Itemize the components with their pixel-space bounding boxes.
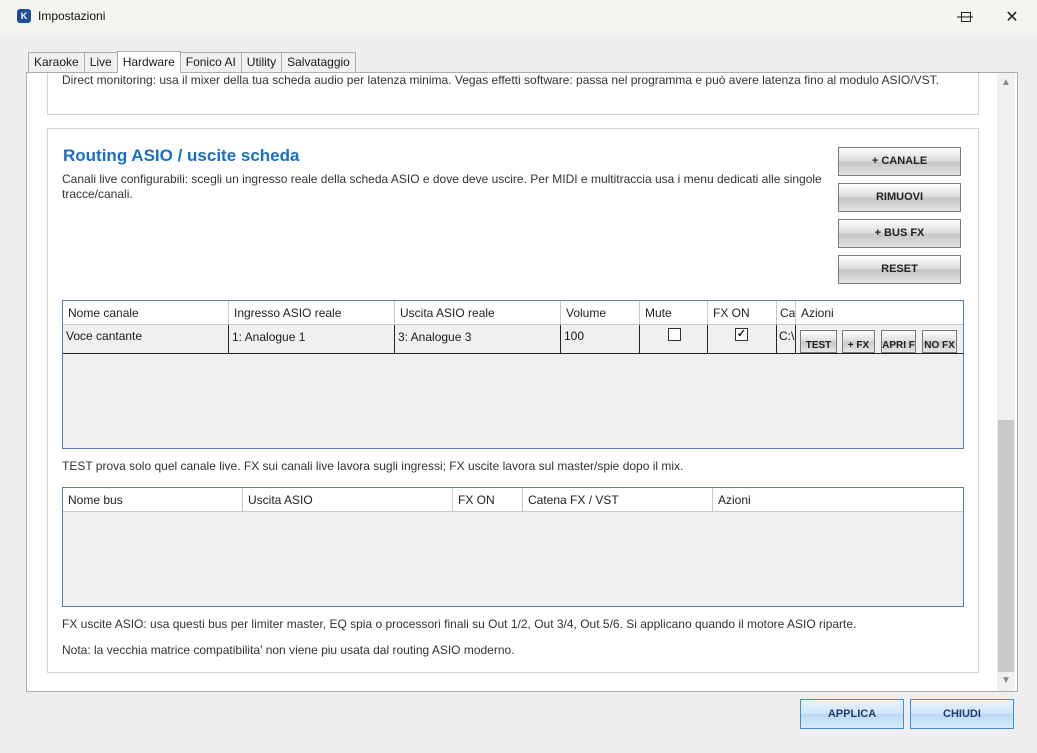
routing-title: Routing ASIO / uscite scheda [63, 146, 300, 165]
col-volume[interactable]: Volume [561, 301, 640, 325]
mute-checkbox[interactable] [668, 328, 681, 341]
add-channel-button[interactable]: + CANALE [838, 147, 961, 176]
close-button[interactable]: CHIUDI [910, 699, 1014, 729]
col-fx-on[interactable]: FX ON [708, 301, 777, 325]
bus-grid-header: Nome bus Uscita ASIO FX ON Catena FX / V… [63, 488, 963, 512]
cell-fx-on: ✓ [708, 325, 777, 354]
app-icon: K [17, 9, 31, 23]
col-catena[interactable]: Ca [777, 301, 796, 325]
apply-button[interactable]: APPLICA [800, 699, 904, 729]
maximize-button[interactable] [943, 0, 989, 33]
col-bus-fx-on[interactable]: FX ON [453, 488, 523, 512]
cell-input-select[interactable]: 1: Analogue 1 [229, 325, 395, 354]
cell-channel-name[interactable]: Voce cantante [63, 325, 229, 354]
tab-karaoke[interactable]: Karaoke [28, 52, 85, 73]
no-fx-button[interactable]: NO FX [922, 330, 957, 353]
matrix-note: Nota: la vecchia matrice compatibilita' … [62, 643, 515, 657]
add-fx-button[interactable]: + FX [842, 330, 875, 353]
cell-actions: TEST + FX APRI F NO FX [796, 325, 963, 354]
col-ingresso-asio[interactable]: Ingresso ASIO reale [229, 301, 395, 325]
settings-tabs: Karaoke Live Hardware Fonico AI Utility … [28, 51, 356, 73]
remove-button[interactable]: RIMUOVI [838, 183, 961, 212]
vertical-scrollbar[interactable]: ▲ ▼ [997, 73, 1015, 691]
col-nome-canale[interactable]: Nome canale [63, 301, 229, 325]
col-uscita-asio-bus[interactable]: Uscita ASIO [243, 488, 453, 512]
channels-grid-header: Nome canale Ingresso ASIO reale Uscita A… [63, 301, 963, 325]
scroll-up-icon[interactable]: ▲ [997, 75, 1015, 91]
title-bar: K Impostazioni — ✕ [0, 0, 1037, 33]
cell-chain[interactable]: C:\ [777, 325, 796, 354]
tab-salvataggio[interactable]: Salvataggio [281, 52, 356, 73]
col-uscita-asio[interactable]: Uscita ASIO reale [395, 301, 561, 325]
routing-description: Canali live configurabili: scegli un ing… [62, 172, 822, 201]
window-title: Impostazioni [38, 9, 106, 23]
cell-volume[interactable]: 100 [561, 325, 640, 354]
channels-grid[interactable]: Nome canale Ingresso ASIO reale Uscita A… [62, 300, 964, 449]
fx-outputs-note: FX uscite ASIO: usa questi bus per limit… [62, 617, 857, 631]
table-row[interactable]: Voce cantante 1: Analogue 1 3: Analogue … [63, 325, 963, 354]
reset-button[interactable]: RESET [838, 255, 961, 284]
cell-mute [640, 325, 708, 354]
bus-grid[interactable]: Nome bus Uscita ASIO FX ON Catena FX / V… [62, 487, 964, 607]
test-note: TEST prova solo quel canale live. FX sui… [62, 459, 684, 473]
cell-output-select[interactable]: 3: Analogue 3 [395, 325, 561, 354]
col-bus-azioni[interactable]: Azioni [713, 488, 963, 512]
add-bus-fx-button[interactable]: + BUS FX [838, 219, 961, 248]
maximize-icon [961, 11, 971, 22]
col-azioni[interactable]: Azioni [796, 301, 963, 325]
scroll-down-icon[interactable]: ▼ [997, 673, 1015, 689]
open-fx-button[interactable]: APRI F [881, 330, 916, 353]
col-mute[interactable]: Mute [640, 301, 708, 325]
tab-live[interactable]: Live [83, 52, 118, 73]
scroll-thumb[interactable] [998, 420, 1014, 672]
tab-hardware[interactable]: Hardware [116, 51, 181, 73]
close-window-button[interactable]: ✕ [989, 0, 1035, 33]
col-catena-fx[interactable]: Catena FX / VST [523, 488, 713, 512]
test-button[interactable]: TEST [800, 330, 837, 353]
col-nome-bus[interactable]: Nome bus [63, 488, 243, 512]
tab-fonico-ai[interactable]: Fonico AI [179, 52, 242, 73]
fx-on-checkbox[interactable]: ✓ [735, 328, 748, 341]
tab-utility[interactable]: Utility [240, 52, 283, 73]
monitoring-note: Direct monitoring: usa il mixer della tu… [62, 73, 939, 87]
